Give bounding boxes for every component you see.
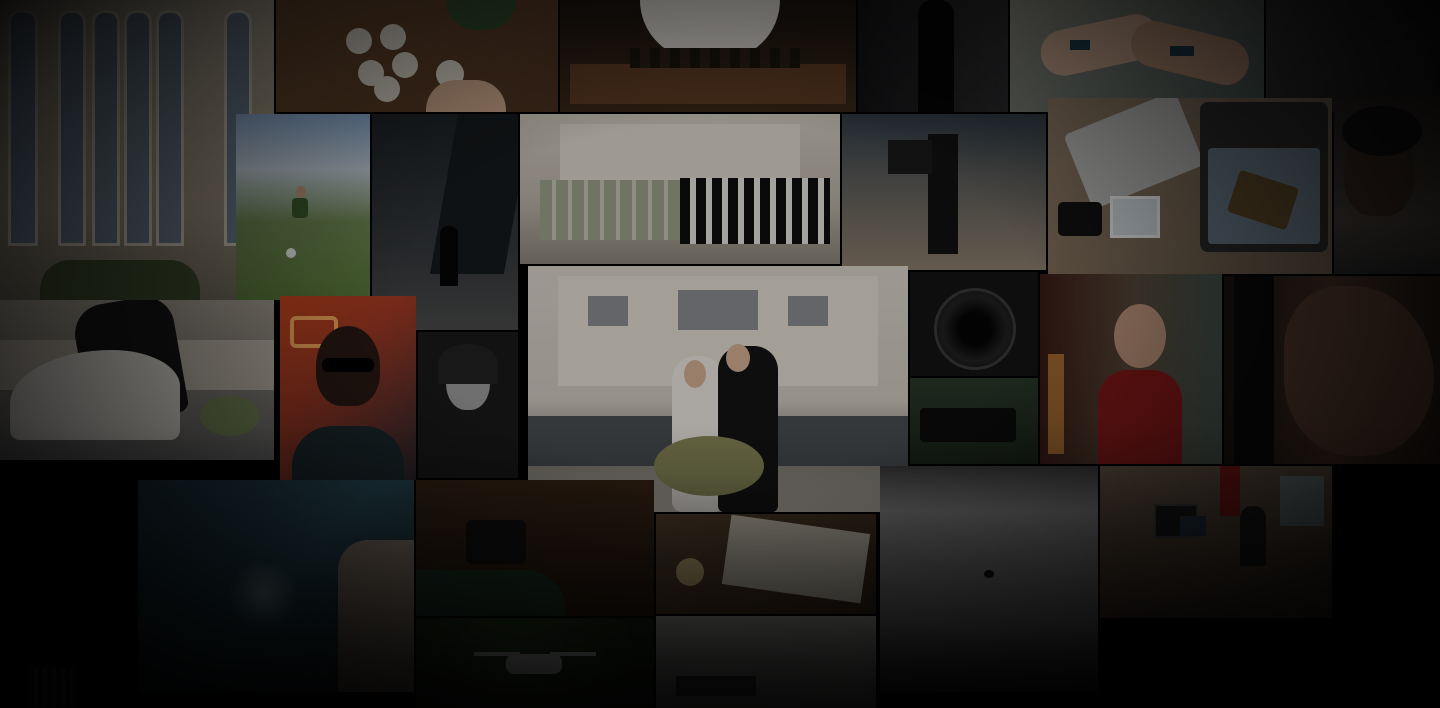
photo-woman-red-top: [1040, 274, 1222, 464]
photo-woman-portrait-bw: [418, 332, 518, 478]
photo-hands-painting-circles: [276, 0, 558, 112]
photo-bride-groom-temple: [528, 266, 908, 512]
photo-camera-lens-closeup: [910, 272, 1038, 376]
photo-neon-sunglasses-man: [280, 296, 416, 480]
photo-woman-in-water: [1334, 96, 1440, 274]
photo-window-silhouette: [30, 664, 76, 708]
photo-silhouette-doorway: [858, 0, 1008, 112]
photo-misty-sky-bird: [880, 466, 1098, 692]
photo-wedding-party-temple: [520, 114, 840, 264]
photo-laptop-suitcase-flatlay: [1048, 98, 1332, 274]
photo-editing-studio: [1100, 466, 1332, 618]
photo-temple-windows: [0, 0, 274, 300]
photo-map-compass: [656, 514, 876, 614]
photo-cliff-jumpers-water: [138, 480, 414, 692]
photo-camera-operator-legs: [842, 114, 1046, 270]
photo-drone-over-forest: [416, 618, 654, 708]
photo-face-closeup: [1224, 276, 1440, 464]
photo-white-room-shelf: [656, 616, 876, 708]
photo-collage-background: [0, 0, 1440, 708]
photo-camera-in-hand: [416, 480, 654, 616]
photo-cinema-camera-rig: [910, 378, 1038, 464]
photo-chess-player: [560, 0, 856, 112]
photo-wedding-dip-kiss: [0, 300, 274, 460]
photo-painted-hands: [1010, 0, 1264, 112]
photo-boy-soccer: [236, 114, 370, 300]
